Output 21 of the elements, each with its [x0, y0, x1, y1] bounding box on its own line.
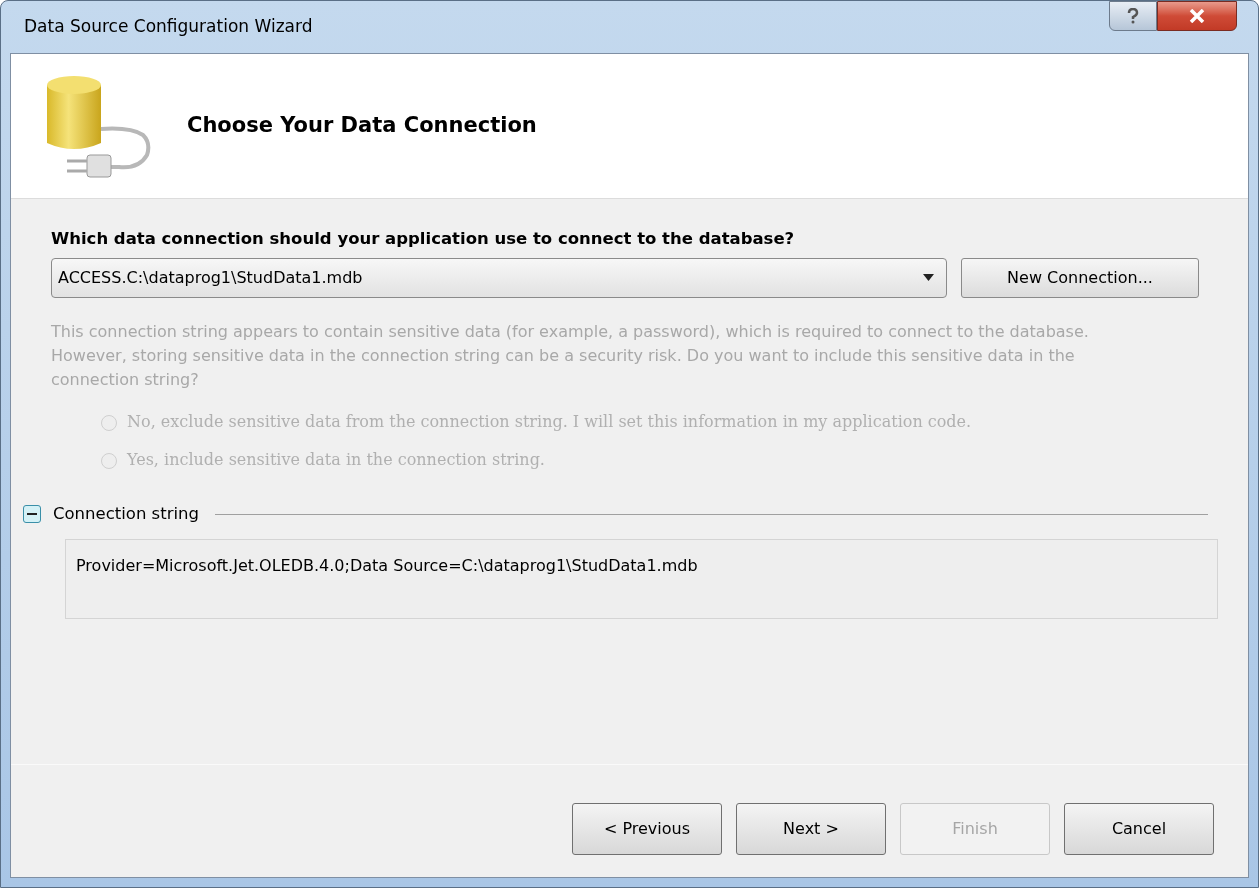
wizard-button[interactable]: Cancel [1064, 803, 1214, 855]
dropdown-arrow-icon [923, 274, 934, 282]
window-title: Data Source Configuration Wizard [24, 15, 313, 39]
connection-dropdown[interactable]: ACCESS.C:\dataprog1\StudData1.mdb [51, 257, 947, 298]
close-button[interactable] [1157, 1, 1237, 31]
minus-icon [27, 513, 37, 516]
close-icon [1189, 9, 1205, 23]
connection-string-field[interactable]: Provider=Microsoft.Jet.OLEDB.4.0;Data Source=C:\dataprog1\StudData1.mdb [65, 538, 1218, 619]
question-label: Which data connection should your application use to connect to the database? [51, 228, 796, 250]
collapse-toggle[interactable] [23, 505, 41, 524]
new-connection-button[interactable]: New Connection... [961, 257, 1199, 298]
wizard-button[interactable]: < Previous [572, 803, 722, 855]
sensitive-data-note: This connection string appears to contain sensitive data (for example, a password), which is required to connect to the database. However, storing sensitive data in the connection string can be a security risk. Do you want to include this sensitive data in the connection string? [51, 320, 1090, 391]
radio-label: No, exclude sensitive data from the connection string. I will set this information in my application code. [127, 410, 973, 433]
radio-label: Yes, include sensitive data in the connection string. [127, 448, 546, 471]
help-icon [1127, 8, 1139, 24]
wizard-button[interactable]: Next > [736, 803, 886, 855]
dropdown-value: ACCESS.C:\dataprog1\StudData1.mdb [58, 266, 363, 289]
page-title: Choose Your Data Connection [187, 112, 537, 140]
connection-string-label: Connection string [53, 502, 199, 525]
help-button[interactable] [1109, 1, 1157, 31]
